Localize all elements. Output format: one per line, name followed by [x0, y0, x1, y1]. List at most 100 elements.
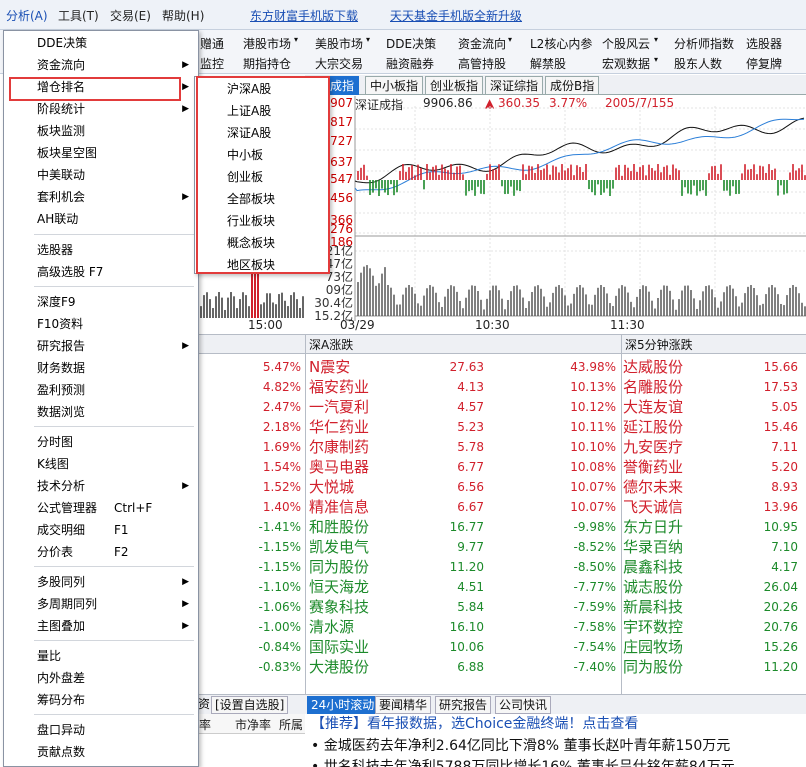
stock-name[interactable]: 新晨科技	[623, 597, 723, 617]
stock-name[interactable]: 尔康制药	[309, 437, 419, 457]
intraday-chart[interactable]: 深证成指 9906.86 ▲ 360.35 3.77% 2005/7/155 9…	[305, 96, 806, 334]
nav-shareholders[interactable]: 股东人数	[674, 55, 722, 72]
stock-name[interactable]: 凯发电气	[309, 537, 419, 557]
menu-item[interactable]: 选股器	[4, 239, 198, 261]
menu-help[interactable]: 帮助(H)	[162, 7, 204, 24]
stock-name[interactable]: 国际实业	[309, 637, 419, 657]
stock-name[interactable]: 晨鑫科技	[623, 557, 723, 577]
menu-item[interactable]: 主图叠加 ▶	[4, 615, 198, 637]
nav-block-trade[interactable]: 大宗交易	[315, 55, 363, 72]
menu-item[interactable]: 筹码分布	[4, 689, 198, 711]
menu-item[interactable]: 阶段统计 ▶	[4, 98, 198, 120]
nav-l2[interactable]: L2核心内参	[530, 35, 592, 52]
nav-dde[interactable]: DDE决策	[386, 35, 436, 52]
menu-item[interactable]: 深度F9	[4, 291, 198, 313]
stock-name[interactable]: 清水源	[309, 617, 419, 637]
menu-item[interactable]: 盈利预测	[4, 379, 198, 401]
stock-name[interactable]: 九安医疗	[623, 437, 723, 457]
promo-link[interactable]: 【推荐】看年报数据，选Choice金融终端！点击查看	[311, 714, 806, 734]
stock-name[interactable]: 同为股份	[309, 557, 419, 577]
menu-item[interactable]: 贡献点数	[4, 741, 198, 763]
link-mobile-download[interactable]: 东方财富手机版下载	[250, 7, 358, 24]
news-item[interactable]: • 世名科技去年净利5788万同比增长16% 董事长吕仕铭年薪84万元	[311, 757, 806, 767]
menu-item[interactable]: K线图	[4, 453, 198, 475]
stock-name[interactable]: 德尔未来	[623, 477, 723, 497]
nav-unlock[interactable]: 解禁股	[530, 55, 566, 72]
tab-chinext-index[interactable]: 创业板指	[425, 76, 484, 95]
news-item[interactable]: • 金城医药去年净利2.64亿同比下滑8% 董事长赵叶青年薪150万元	[311, 736, 806, 756]
nav-hk-market[interactable]: 港股市场	[243, 35, 291, 52]
tab-company-news[interactable]: 公司快讯	[495, 696, 552, 714]
set-watchlist-button[interactable]: [设置自选股]	[211, 696, 289, 714]
nav-partial-2[interactable]: 监控	[200, 55, 224, 72]
menu-item[interactable]: F10资料	[4, 313, 198, 335]
menu-item[interactable]: 公式管理器 Ctrl+F	[4, 497, 198, 519]
tab-b-index[interactable]: 成份B指	[545, 76, 600, 95]
nav-futures-position[interactable]: 期指持仓	[243, 55, 291, 72]
stock-name[interactable]: 宇环数控	[623, 617, 723, 637]
menu-analysis[interactable]: 分析(A)	[6, 7, 48, 24]
stock-name[interactable]: 诚志股份	[623, 577, 723, 597]
menu-trade[interactable]: 交易(E)	[110, 7, 151, 24]
stock-name[interactable]: 大悦城	[309, 477, 419, 497]
nav-suspension[interactable]: 停复牌	[746, 55, 782, 72]
stock-name[interactable]: N震安	[309, 357, 419, 377]
stock-name[interactable]: 飞天诚信	[623, 497, 723, 517]
menu-tools[interactable]: 工具(T)	[58, 7, 99, 24]
stock-name[interactable]: 延江股份	[623, 417, 723, 437]
menu-item[interactable]: 套利机会 ▶	[4, 186, 198, 208]
nav-margin[interactable]: 融资融券	[386, 55, 434, 72]
menu-item[interactable]: 资金流向 ▶	[4, 54, 198, 76]
tab-24h-news[interactable]: 24小时滚动	[307, 696, 379, 714]
menu-item[interactable]: 板块监测	[4, 120, 198, 142]
menu-item[interactable]: 内外盘差	[4, 667, 198, 689]
stock-name[interactable]: 赛象科技	[309, 597, 419, 617]
menu-item[interactable]: 盘口异动	[4, 719, 198, 741]
menu-item[interactable]: 多股同列 ▶	[4, 571, 198, 593]
stock-name[interactable]: 华录百纳	[623, 537, 723, 557]
stock-name[interactable]: 和胜股份	[309, 517, 419, 537]
stock-name[interactable]: 东方日升	[623, 517, 723, 537]
menu-item[interactable]: 板块星空图	[4, 142, 198, 164]
menu-item[interactable]: 分时图	[4, 431, 198, 453]
menu-item[interactable]: 多周期同列 ▶	[4, 593, 198, 615]
stock-name[interactable]: 大港股份	[309, 657, 419, 677]
stock-name[interactable]: 福安药业	[309, 377, 419, 397]
tab-szse-component[interactable]: 成指	[325, 76, 360, 95]
nav-fund-flow[interactable]: 资金流向	[458, 35, 506, 52]
tab-headlines[interactable]: 要闻精华	[375, 696, 432, 714]
menu-item[interactable]: AH联动	[4, 208, 198, 230]
menu-item[interactable]: 中美联动	[4, 164, 198, 186]
menu-item[interactable]: 数据浏览	[4, 401, 198, 423]
stock-name[interactable]: 名雕股份	[623, 377, 723, 397]
stock-name[interactable]: 精准信息	[309, 497, 419, 517]
tab-research[interactable]: 研究报告	[435, 696, 492, 714]
nav-exec-holdings[interactable]: 高管持股	[458, 55, 506, 72]
stock-name[interactable]: 同为股份	[623, 657, 723, 677]
menu-item[interactable]: 成交明细 F1	[4, 519, 198, 541]
stock-name[interactable]: 恒天海龙	[309, 577, 419, 597]
nav-macro[interactable]: 宏观数据	[602, 55, 650, 72]
stock-name[interactable]: 大连友谊	[623, 397, 723, 417]
tab-sme-index[interactable]: 中小板指	[365, 76, 424, 95]
nav-stock-screener[interactable]: 选股器	[746, 35, 782, 52]
menu-item[interactable]: 高级选股 F7	[4, 261, 198, 283]
nav-analyst-index[interactable]: 分析师指数	[674, 35, 734, 52]
nav-partial-1[interactable]: 赠通	[200, 35, 224, 52]
stock-name[interactable]: 华仁药业	[309, 417, 419, 437]
menu-item[interactable]: 量比	[4, 645, 198, 667]
nav-us-market[interactable]: 美股市场	[315, 35, 363, 52]
stock-name[interactable]: 达威股份	[623, 357, 723, 377]
menu-item[interactable]: DDE决策	[4, 32, 198, 54]
menu-item[interactable]: 技术分析 ▶	[4, 475, 198, 497]
menu-item[interactable]: 财务数据	[4, 357, 198, 379]
tab-szse-composite[interactable]: 深证综指	[485, 76, 544, 95]
link-fund-app[interactable]: 天天基金手机版全新升级	[390, 7, 522, 24]
stock-name[interactable]: 誉衡药业	[623, 457, 723, 477]
menu-item[interactable]: 研究报告 ▶	[4, 335, 198, 357]
stock-name[interactable]: 庄园牧场	[623, 637, 723, 657]
stock-name[interactable]: 奥马电器	[309, 457, 419, 477]
nav-stock-news[interactable]: 个股风云	[602, 35, 650, 52]
stock-name[interactable]: 一汽夏利	[309, 397, 419, 417]
menu-item[interactable]: 分价表 F2	[4, 541, 198, 563]
